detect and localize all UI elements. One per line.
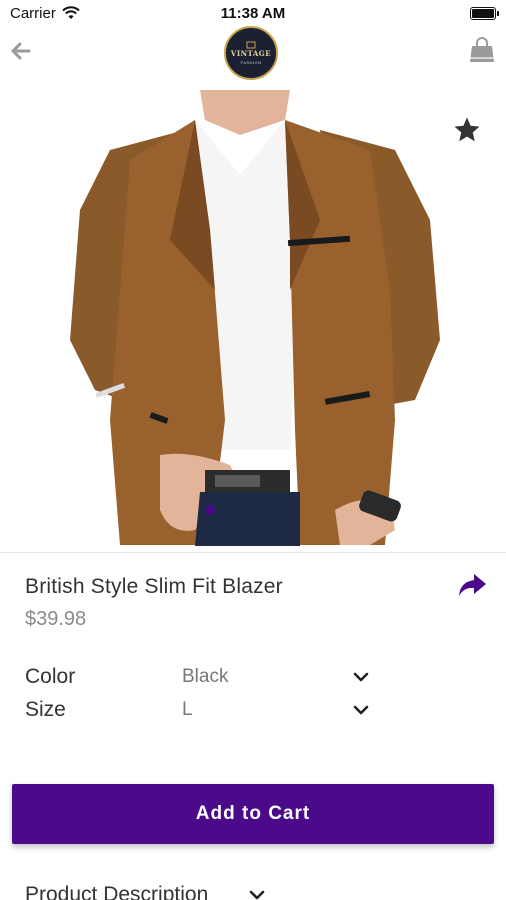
color-value: Black: [182, 666, 229, 687]
favorite-button[interactable]: [452, 115, 482, 145]
logo-subtitle: FASHION: [240, 60, 262, 65]
size-select[interactable]: Size L: [25, 695, 370, 725]
share-button[interactable]: [456, 572, 488, 600]
logo-emblem-icon: [246, 41, 256, 49]
status-left: Carrier: [10, 5, 80, 22]
back-button[interactable]: [8, 38, 34, 64]
carrier-label: Carrier: [10, 4, 56, 22]
brand-logo[interactable]: VINTAGE FASHION: [224, 26, 278, 80]
product-name: British Style Slim Fit Blazer: [25, 575, 283, 598]
size-value: L: [182, 699, 193, 720]
shopping-bag-button[interactable]: [468, 36, 496, 64]
shopping-bag-icon: [470, 37, 494, 62]
product-description-toggle[interactable]: Product Description: [25, 880, 315, 900]
arrow-left-icon: [11, 42, 31, 60]
nav-bar: VINTAGE FASHION: [0, 26, 506, 80]
product-price: $39.98: [25, 608, 87, 630]
chevron-down-icon: [353, 705, 369, 715]
add-to-cart-button[interactable]: Add to Cart: [12, 784, 494, 844]
color-select[interactable]: Color Black: [25, 662, 370, 692]
chevron-down-icon: [353, 672, 369, 682]
product-description-label: Product Description: [25, 883, 209, 900]
product-image[interactable]: [0, 90, 506, 546]
logo-title: VINTAGE: [230, 49, 272, 58]
chevron-down-icon: [249, 890, 265, 900]
wifi-icon: [62, 6, 80, 19]
color-label: Color: [25, 665, 76, 688]
share-arrow-icon: [459, 574, 486, 596]
blazer-illustration: [70, 90, 440, 546]
size-label: Size: [25, 698, 66, 721]
status-bar: Carrier 11:38 AM: [0, 0, 506, 26]
star-icon: [454, 117, 480, 142]
battery-icon: [470, 6, 499, 20]
image-divider: [0, 552, 506, 553]
